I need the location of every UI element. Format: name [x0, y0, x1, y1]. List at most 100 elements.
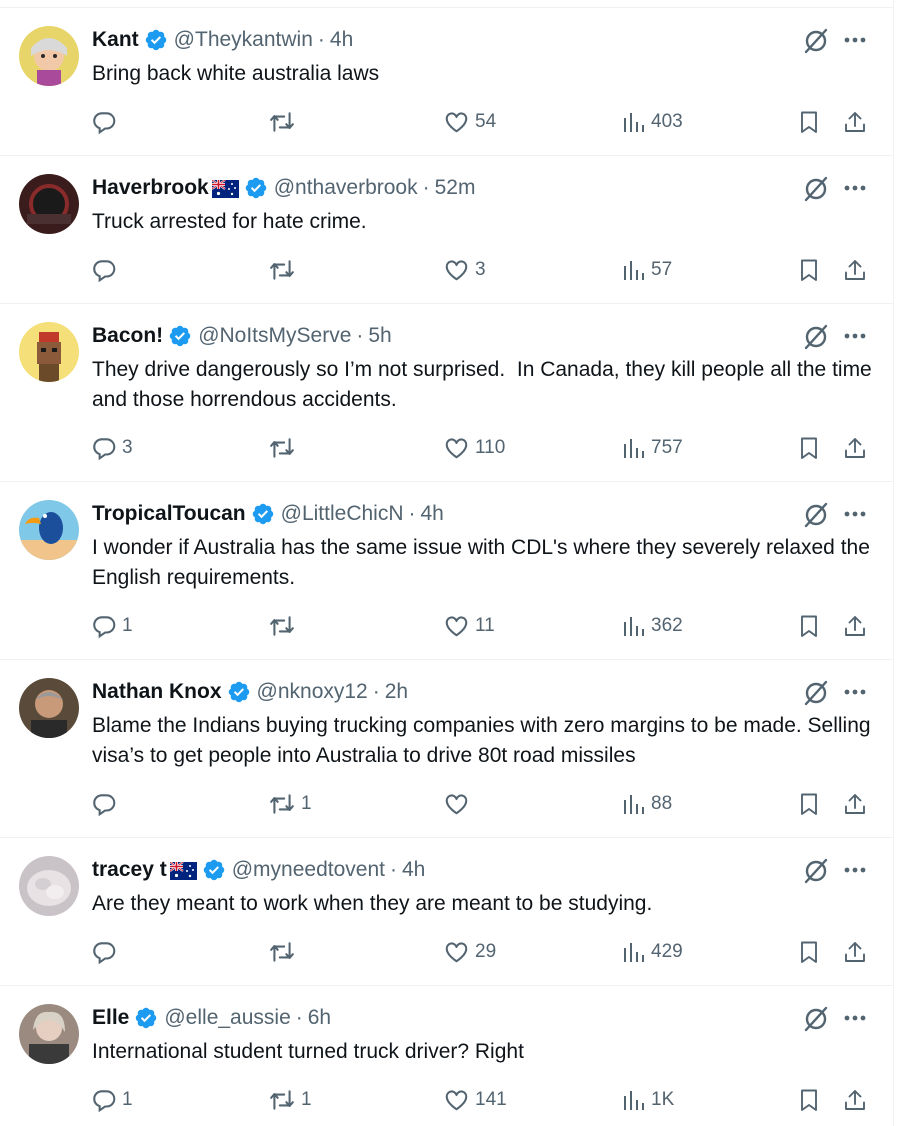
timestamp[interactable]: 4h [402, 856, 425, 884]
like-count: 29 [475, 941, 497, 962]
bookmark-button[interactable] [797, 789, 821, 819]
grok-icon[interactable] [802, 1005, 830, 1033]
more-options-icon[interactable] [842, 26, 868, 54]
user-handle[interactable]: @Theykantwin [174, 26, 313, 54]
avatar[interactable] [19, 678, 79, 738]
retweet-button[interactable]: 1 [268, 789, 312, 819]
views-button[interactable]: 1K [622, 1085, 674, 1115]
user-handle[interactable]: @nknoxy12 [257, 678, 368, 706]
reply-button[interactable]: 1 [91, 611, 133, 641]
views-button[interactable]: 403 [622, 107, 683, 137]
user-handle[interactable]: @NoItsMyServe [198, 322, 351, 350]
display-name[interactable]: TropicalToucan [92, 500, 246, 528]
timestamp[interactable]: 2h [385, 678, 408, 706]
grok-icon[interactable] [802, 857, 830, 885]
user-handle[interactable]: @myneedtovent [232, 856, 385, 884]
more-options-icon[interactable] [842, 322, 868, 350]
views-button[interactable]: 88 [622, 789, 672, 819]
share-button[interactable] [843, 789, 867, 819]
reply-icon [93, 260, 116, 283]
like-button[interactable]: 29 [443, 937, 496, 967]
avatar[interactable] [19, 856, 79, 916]
tweet[interactable]: Elle @elle_aussie · 6h International stu… [0, 986, 893, 1126]
more-options-icon[interactable] [842, 678, 868, 706]
display-name[interactable]: Elle [92, 1004, 129, 1032]
more-options-icon[interactable] [842, 500, 868, 528]
avatar[interactable] [19, 1004, 79, 1064]
retweet-button[interactable] [268, 255, 301, 285]
display-name[interactable]: tracey t [92, 856, 167, 884]
grok-icon[interactable] [802, 175, 830, 203]
avatar[interactable] [19, 26, 79, 86]
reply-button[interactable] [91, 255, 122, 285]
like-button[interactable]: 141 [443, 1085, 507, 1115]
retweet-button[interactable] [268, 937, 301, 967]
bookmark-button[interactable] [797, 611, 821, 641]
avatar[interactable] [19, 500, 79, 560]
like-button[interactable] [443, 789, 475, 819]
more-options-icon[interactable] [842, 856, 868, 884]
timestamp[interactable]: 5h [368, 322, 391, 350]
like-button[interactable]: 11 [443, 611, 495, 641]
share-button[interactable] [843, 611, 867, 641]
user-handle[interactable]: @LittleChicN [281, 500, 404, 528]
share-button[interactable] [843, 433, 867, 463]
tweet[interactable]: Kant @Theykantwin · 4h Bring back white … [0, 8, 893, 156]
share-button[interactable] [843, 937, 867, 967]
display-name[interactable]: Bacon! [92, 322, 163, 350]
display-name[interactable]: Haverbrook [92, 174, 209, 202]
reply-button[interactable] [91, 107, 122, 137]
bookmark-button[interactable] [797, 433, 821, 463]
tweet[interactable]: TropicalToucan @LittleChicN · 4h I wonde… [0, 482, 893, 660]
avatar[interactable] [19, 174, 79, 234]
retweet-button[interactable] [268, 611, 301, 641]
tweet[interactable]: Bacon! @NoItsMyServe · 5h They drive dan… [0, 304, 893, 482]
grok-icon[interactable] [802, 27, 830, 55]
timestamp[interactable]: 52m [435, 174, 476, 202]
display-name[interactable]: Nathan Knox [92, 678, 222, 706]
timestamp[interactable]: 6h [308, 1004, 331, 1032]
tweet[interactable]: tracey t @myneedtovent · 4h Are they mea… [0, 838, 893, 986]
bookmark-button[interactable] [797, 255, 821, 285]
share-button[interactable] [843, 255, 867, 285]
bookmark-button[interactable] [797, 107, 821, 137]
reply-button[interactable]: 1 [91, 1085, 133, 1115]
tweet[interactable]: Nathan Knox @nknoxy12 · 2h Blame the Ind… [0, 660, 893, 838]
timestamp[interactable]: 4h [330, 26, 353, 54]
like-button[interactable]: 110 [443, 433, 505, 463]
share-button[interactable] [843, 107, 867, 137]
tweet-text: Are they meant to work when they are mea… [92, 892, 653, 915]
reply-count: 1 [122, 1089, 133, 1110]
views-button[interactable]: 57 [622, 255, 672, 285]
views-button[interactable]: 429 [622, 937, 683, 967]
bookmark-button[interactable] [797, 937, 821, 967]
reply-count: 3 [122, 437, 133, 458]
grok-icon[interactable] [802, 501, 830, 529]
separator-dot: · [317, 28, 325, 51]
like-button[interactable]: 3 [443, 255, 486, 285]
display-name[interactable]: Kant [92, 26, 139, 54]
retweet-button[interactable]: 1 [268, 1085, 312, 1115]
action-bar: 3 57 [0, 255, 893, 285]
share-button[interactable] [843, 1085, 867, 1115]
retweet-button[interactable] [268, 433, 301, 463]
retweet-button[interactable] [268, 107, 301, 137]
share-icon [845, 438, 865, 458]
views-button[interactable]: 362 [622, 611, 683, 641]
avatar[interactable] [19, 322, 79, 382]
user-handle[interactable]: @nthaverbrook [274, 174, 418, 202]
like-button[interactable]: 54 [443, 107, 496, 137]
reply-button[interactable] [91, 937, 122, 967]
timestamp[interactable]: 4h [421, 500, 444, 528]
user-handle[interactable]: @elle_aussie [164, 1004, 290, 1032]
grok-icon[interactable] [802, 323, 830, 351]
grok-icon[interactable] [802, 679, 830, 707]
bookmark-button[interactable] [797, 1085, 821, 1115]
reply-button[interactable] [91, 789, 122, 819]
tweet[interactable]: Haverbrook @nthaverbrook · 52m Truck arr… [0, 156, 893, 304]
more-options-icon[interactable] [842, 174, 868, 202]
views-button[interactable]: 757 [622, 433, 683, 463]
verified-badge-icon [245, 177, 266, 199]
reply-button[interactable]: 3 [91, 433, 133, 463]
more-options-icon[interactable] [842, 1004, 868, 1032]
